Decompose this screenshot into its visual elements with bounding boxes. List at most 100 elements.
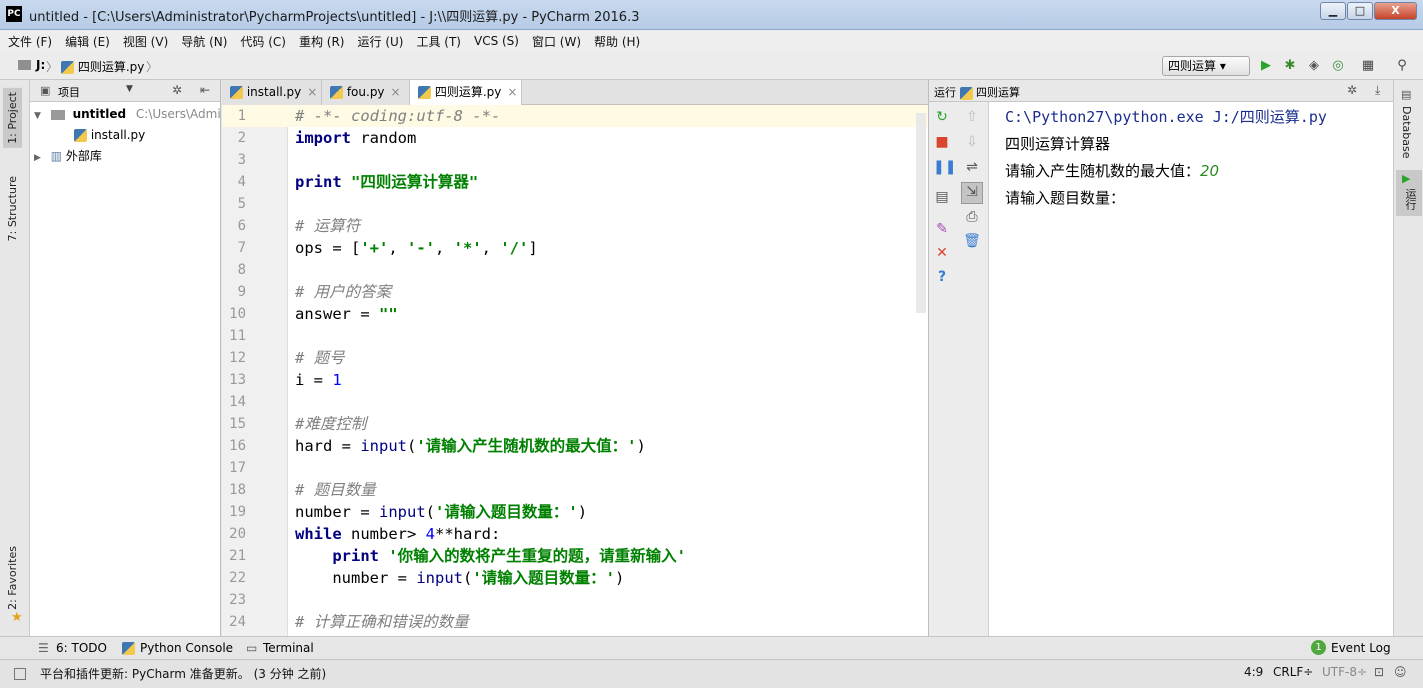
code-line: 24 # 计算正确和错误的数量 <box>229 613 469 631</box>
tab-event-log[interactable]: Event Log <box>1331 641 1391 655</box>
line-separator[interactable]: CRLF÷ <box>1273 665 1313 679</box>
close-button[interactable]: X <box>1374 2 1417 20</box>
soft-wrap-icon[interactable]: ⇌ <box>963 158 981 176</box>
layout-icon[interactable]: ▤ <box>933 188 951 206</box>
tree-external-libraries[interactable]: ▶ ▥ 外部库 <box>34 146 102 166</box>
menu-window[interactable]: 窗口 (W) <box>532 33 581 50</box>
tab-install-py[interactable]: install.py × <box>222 80 322 105</box>
code-editor[interactable]: 1 # -*- coding:utf-8 -*- 2 import random 3… <box>222 105 928 636</box>
hide-panel-icon[interactable]: ⇤ <box>200 83 210 97</box>
pause-icon[interactable]: ❚❚ <box>933 158 956 176</box>
close-tab-icon[interactable]: × <box>507 85 517 99</box>
caret-position[interactable]: 4:9 <box>1244 665 1263 679</box>
rerun-icon[interactable]: ↻ <box>933 108 951 126</box>
code-line: 3 <box>237 152 246 168</box>
lock-icon[interactable]: ⊡ <box>1374 665 1384 679</box>
code-line: 11 <box>229 328 246 344</box>
code-line: 14 <box>229 394 246 410</box>
search-icon[interactable]: ⚲ <box>1394 58 1410 74</box>
inspector-icon[interactable]: ☺ <box>1394 665 1407 679</box>
code-line: 10 answer = "" <box>229 305 398 323</box>
tab-run-label: 运行 <box>1404 188 1417 210</box>
close-tab-icon[interactable]: × <box>307 85 317 99</box>
breadcrumb-separator: 〉 <box>146 60 159 74</box>
run-panel-header: 运行 四则运算 ✲ ⤓ <box>928 80 1393 102</box>
trash-icon[interactable]: 🗑 <box>963 232 981 250</box>
arrow-up-icon[interactable]: ⇧ <box>963 108 981 126</box>
run-panel-config-name: 四则运算 <box>976 86 1020 99</box>
menu-edit[interactable]: 编辑 (E) <box>65 33 110 50</box>
menu-tools[interactable]: 工具 (T) <box>416 33 461 50</box>
panel-toggle-icon[interactable] <box>14 668 26 680</box>
menu-refactor[interactable]: 重构 (R) <box>299 33 345 50</box>
tab-todo[interactable]: 6: TODO <box>56 641 107 655</box>
menu-file[interactable]: 文件 (F) <box>8 33 52 50</box>
arrow-down-icon[interactable]: ⇩ <box>963 133 981 151</box>
code-line: 7 ops = ['+', '-', '*', '/'] <box>237 239 538 257</box>
menu-view[interactable]: 视图 (V) <box>123 33 168 50</box>
code-line: 5 <box>237 196 246 212</box>
code-line: 21 print '你输入的数将产生重复的题，请重新输入' <box>229 547 686 565</box>
menu-help[interactable]: 帮助 (H) <box>594 33 640 50</box>
pin-icon[interactable]: ✎ <box>933 220 951 238</box>
tab-python-console[interactable]: Python Console <box>140 641 233 655</box>
python-file-icon <box>74 129 87 142</box>
folder-icon <box>18 60 31 70</box>
code-line: 16 hard = input('请输入产生随机数的最大值：') <box>229 437 646 455</box>
menu-vcs[interactable]: VCS (S) <box>474 34 519 48</box>
project-panel: ▣ 项目 ▼ ✲ ⇤ ▼ untitled C:\Users\Admini in… <box>30 80 221 636</box>
gear-icon[interactable]: ✲ <box>172 83 182 97</box>
breadcrumb-drive[interactable]: J: <box>36 58 45 72</box>
gear-icon[interactable]: ✲ <box>1347 83 1357 97</box>
python-file-icon <box>959 86 973 100</box>
tab-favorites[interactable]: 2: Favorites <box>6 546 19 610</box>
star-icon: ★ <box>11 610 23 625</box>
breadcrumb-file[interactable]: 四则运算.py <box>61 58 144 75</box>
database-icon: ▤ <box>1401 88 1412 101</box>
run-panel-title: 运行 四则运算 <box>934 84 1020 100</box>
console-output-line: 四则运算计算器 <box>1005 135 1111 153</box>
help-icon[interactable]: ? <box>933 268 951 286</box>
hide-panel-icon[interactable]: ⤓ <box>1375 83 1380 98</box>
close-tab-icon[interactable]: × <box>391 85 401 99</box>
maximize-button[interactable]: □ <box>1347 2 1373 20</box>
file-encoding[interactable]: UTF-8÷ <box>1322 665 1367 679</box>
project-panel-header: ▣ 项目 ▼ ✲ ⇤ <box>30 80 220 102</box>
menu-navigate[interactable]: 导航 (N) <box>181 33 227 50</box>
stop-icon[interactable]: ■ <box>933 133 951 151</box>
scroll-to-end-icon[interactable]: ⇲ <box>961 182 983 204</box>
status-bar: 平台和插件更新: PyCharm 准备更新。 (3 分钟 之前) 4:9 CRL… <box>0 659 1423 688</box>
close-icon[interactable]: ✕ <box>933 244 951 262</box>
tool-window-bar: ☰ 6: TODO Python Console ▭ Terminal 1 Ev… <box>0 636 1423 659</box>
code-line: 8 <box>237 262 246 278</box>
menu-run[interactable]: 运行 (U) <box>358 33 404 50</box>
tab-terminal[interactable]: Terminal <box>263 641 314 655</box>
run-console[interactable]: C:\Python27\python.exe J:/四则运算.py 四则运算计算… <box>988 102 1393 636</box>
chevron-down-icon[interactable]: ▼ <box>126 84 133 94</box>
minimize-button[interactable]: ▁ <box>1320 2 1346 20</box>
tab-run[interactable]: ▶ 运行 <box>1396 170 1422 216</box>
tab-project[interactable]: 1: Project <box>3 88 22 148</box>
tab-sizeyunsuan-py[interactable]: 四则运算.py × <box>410 80 522 105</box>
stop-icon[interactable]: ▦ <box>1360 58 1376 74</box>
python-file-icon <box>122 641 135 655</box>
tree-item-install[interactable]: install.py <box>74 125 145 145</box>
coverage-icon[interactable]: ◈ <box>1306 58 1322 74</box>
tree-root[interactable]: ▼ untitled C:\Users\Admini <box>34 104 221 124</box>
tab-fou-py[interactable]: fou.py × <box>322 80 410 105</box>
status-message[interactable]: 平台和插件更新: PyCharm 准备更新。 (3 分钟 之前) <box>40 665 326 682</box>
run-icon[interactable]: ▶ <box>1258 58 1274 74</box>
menu-code[interactable]: 代码 (C) <box>240 33 286 50</box>
editor-scrollbar[interactable] <box>916 113 926 313</box>
tab-database[interactable]: Database <box>1400 106 1413 159</box>
run-panel-prefix: 运行 <box>934 86 956 99</box>
debug-icon[interactable]: ✱ <box>1282 58 1298 74</box>
project-view-select[interactable]: 项目 <box>58 84 80 100</box>
code-line: 18 # 题目数量 <box>229 481 376 499</box>
title-bar: PC untitled - [C:\Users\Administrator\Py… <box>0 0 1423 30</box>
tree-root-label: untitled <box>72 107 127 121</box>
print-icon[interactable]: ⎙ <box>963 208 981 226</box>
run-configuration-select[interactable]: 四则运算 ▾ <box>1162 56 1250 76</box>
tab-structure[interactable]: 7: Structure <box>6 176 19 241</box>
profile-icon[interactable]: ◎ <box>1330 58 1346 74</box>
